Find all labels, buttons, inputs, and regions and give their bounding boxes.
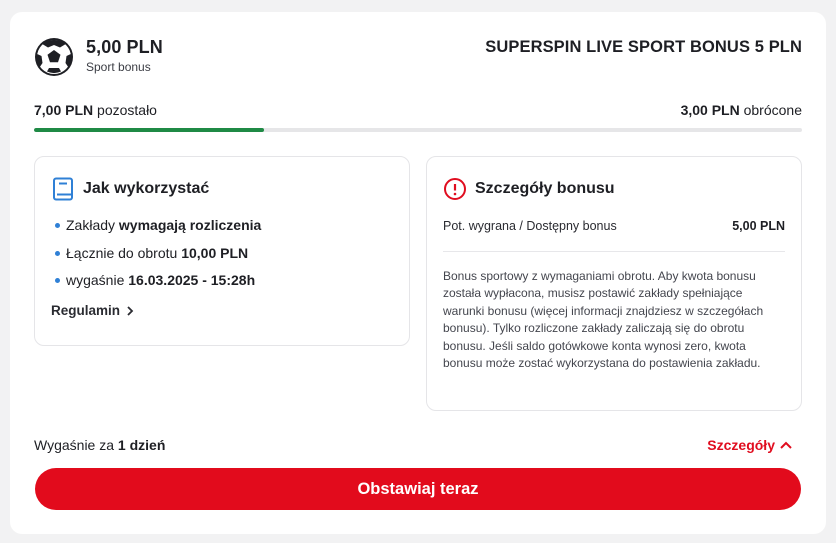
details-toggle[interactable]: Szczegóły	[707, 437, 792, 453]
bonus-card: 5,00 PLN Sport bonus SUPERSPIN LIVE SPOR…	[10, 12, 826, 534]
bonus-details-title: Szczegóły bonusu	[475, 180, 615, 197]
potential-win-value: 5,00 PLN	[732, 219, 785, 233]
bet-now-button[interactable]: Obstawiaj teraz	[35, 468, 801, 510]
wagering-progress-fill	[34, 128, 265, 132]
list-item: wygaśnie 16.03.2025 - 15:28h	[55, 272, 261, 300]
how-to-use-list: Zakłady wymagają rozliczenia Łącznie do …	[55, 217, 261, 300]
terms-link[interactable]: Regulamin	[51, 303, 134, 318]
bullet-icon	[55, 223, 60, 228]
bullet-icon	[55, 250, 60, 256]
bonus-description: Bonus sportowy z wymaganiami obrotu. Aby…	[443, 269, 764, 371]
chevron-right-icon	[127, 305, 134, 316]
turned-over-amount: 3,00 PLN obrócone	[680, 102, 802, 118]
bonus-type: Sport bonus	[86, 60, 151, 74]
football-icon	[35, 38, 73, 76]
expiry-text: Wygaśnie za 1 dzień	[34, 437, 166, 453]
how-to-use-title: Jak wykorzystać	[83, 180, 210, 197]
remaining-amount: 7,00 PLN pozostało	[34, 102, 157, 118]
book-icon	[53, 177, 73, 201]
list-item: Zakłady wymagają rozliczenia	[55, 217, 261, 245]
chevron-up-icon	[780, 441, 792, 449]
wagering-progress-labels: 7,00 PLN pozostało 3,00 PLN obrócone	[34, 102, 802, 122]
how-to-use-panel: Jak wykorzystać Zakłady wymagają rozlicz…	[34, 156, 410, 346]
bonus-title: SUPERSPIN LIVE SPORT BONUS 5 PLN	[485, 38, 802, 56]
list-item: Łącznie do obrotu 10,00 PLN	[55, 245, 261, 273]
bonus-header: 5,00 PLN Sport bonus SUPERSPIN LIVE SPOR…	[34, 36, 802, 80]
divider	[443, 251, 785, 252]
info-icon	[444, 178, 466, 200]
wagering-progress-bar	[34, 128, 802, 132]
bonus-amount: 5,00 PLN	[86, 37, 163, 57]
bonus-details-panel: Szczegóły bonusu Pot. wygrana / Dostępny…	[426, 156, 802, 411]
potential-win-label: Pot. wygrana / Dostępny bonus	[443, 219, 617, 233]
bullet-icon	[55, 278, 60, 283]
